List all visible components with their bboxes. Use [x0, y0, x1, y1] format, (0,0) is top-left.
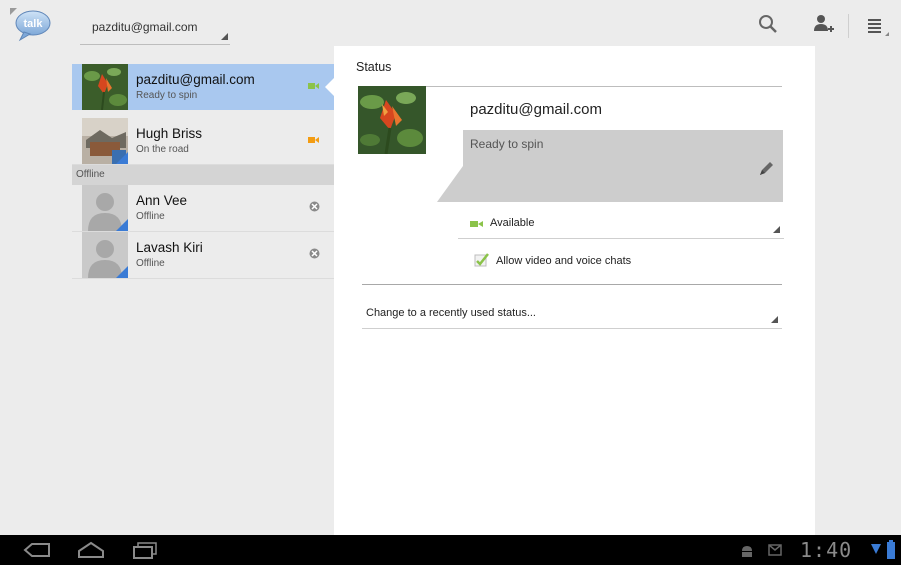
search-button[interactable] — [753, 10, 783, 40]
recent-status-spinner[interactable]: Change to a recently used status... — [362, 298, 782, 329]
contact-status: Offline — [136, 211, 165, 222]
section-divider — [362, 284, 782, 285]
contact-name: Ann Vee — [136, 193, 188, 208]
avatar — [82, 64, 128, 110]
checkmark-icon — [474, 253, 489, 267]
panel-title: Status — [356, 60, 392, 74]
spinner-triangle-icon — [773, 226, 780, 233]
allow-video-label: Allow video and voice chats — [496, 255, 632, 267]
contact-name: Lavash Kiri — [136, 240, 203, 255]
avatar — [82, 232, 128, 278]
availability-label: Available — [490, 217, 535, 229]
overflow-menu-button[interactable] — [861, 10, 891, 40]
contact-status: Offline — [136, 258, 165, 269]
back-icon[interactable] — [22, 541, 52, 559]
actionbar-divider — [848, 14, 849, 38]
wifi-icon — [871, 544, 881, 554]
clock[interactable]: 1:40 — [800, 538, 852, 562]
contact-photo-icon — [82, 118, 128, 164]
menu-corner-icon — [10, 8, 17, 15]
contact-list: pazditu@gmail.com Ready to spin Hugh Bri… — [72, 64, 335, 279]
flower-photo-icon — [82, 64, 128, 110]
system-bar: 1:40 — [0, 535, 901, 565]
contact-status: On the road — [136, 144, 189, 155]
svg-text:talk: talk — [24, 18, 44, 30]
section-header-offline: Offline — [72, 165, 334, 185]
add-contact-icon — [814, 15, 834, 32]
contact-row-hugh-briss[interactable]: Hugh Briss On the road — [72, 118, 334, 165]
contact-row-self[interactable]: pazditu@gmail.com Ready to spin — [72, 64, 335, 110]
default-avatar-icon — [82, 185, 128, 231]
contact-row-ann-vee[interactable]: Ann Vee Offline — [72, 185, 334, 232]
android-icon — [742, 546, 752, 557]
avatar — [82, 118, 128, 164]
spinner-triangle-icon — [221, 33, 228, 40]
battery-icon — [887, 540, 895, 559]
contact-row-lavash-kiri[interactable]: Lavash Kiri Offline — [72, 232, 334, 279]
availability-spinner[interactable]: Available — [458, 208, 784, 239]
search-icon — [759, 15, 777, 33]
contact-status: Ready to spin — [136, 90, 198, 101]
contact-name: Hugh Briss — [136, 126, 203, 141]
status-panel: Status pazditu@gmail.com Ready to spin A… — [334, 46, 815, 535]
recent-apps-icon[interactable] — [130, 541, 160, 559]
account-email: pazditu@gmail.com — [92, 20, 198, 34]
video-icon — [470, 221, 483, 227]
add-contact-button[interactable] — [808, 10, 838, 40]
avatar — [82, 185, 128, 231]
video-icon — [308, 83, 319, 89]
overflow-menu-icon — [868, 19, 889, 36]
account-spinner[interactable]: pazditu@gmail.com — [80, 14, 230, 45]
message-bubble-tail — [437, 166, 463, 202]
flower-photo-icon — [358, 86, 426, 154]
video-icon — [308, 137, 319, 143]
home-icon[interactable] — [76, 541, 106, 559]
profile-avatar[interactable] — [358, 86, 426, 154]
pencil-icon[interactable] — [757, 160, 775, 178]
action-bar: talk pazditu@gmail.com — [0, 0, 901, 50]
talk-logo[interactable]: talk — [10, 8, 54, 42]
offline-icon — [309, 201, 320, 212]
contact-name: pazditu@gmail.com — [136, 72, 255, 87]
gmail-icon — [768, 544, 782, 556]
spinner-triangle-icon — [771, 316, 778, 323]
status-message-text: Ready to spin — [470, 137, 544, 151]
default-avatar-icon — [82, 232, 128, 278]
recent-status-label: Change to a recently used status... — [366, 307, 536, 319]
profile-name: pazditu@gmail.com — [470, 101, 602, 118]
offline-icon — [309, 248, 320, 259]
status-message-field[interactable]: Ready to spin — [463, 130, 783, 202]
